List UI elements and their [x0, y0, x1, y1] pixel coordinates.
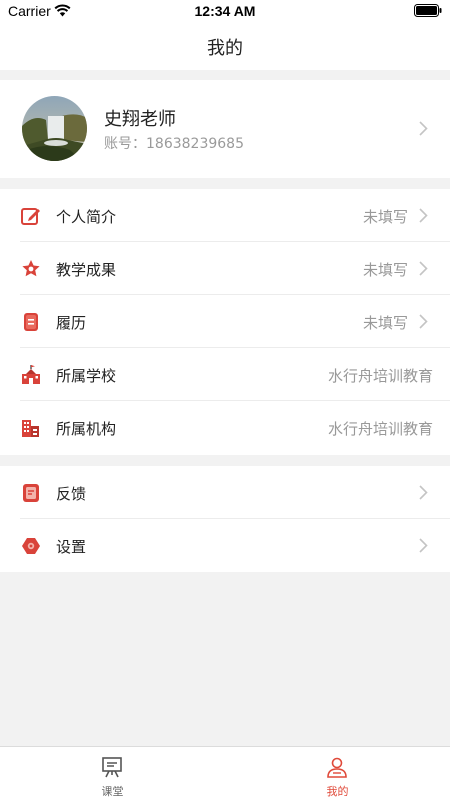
chevron-right-icon: [419, 538, 428, 553]
row-value: 水行舟培训教育: [327, 367, 433, 385]
resume-icon: [24, 313, 38, 331]
status-bar: Carrier 12:34 AM: [0, 0, 450, 22]
tab-label: 课堂: [101, 785, 124, 798]
row-value: 未填写: [362, 314, 408, 332]
chevron-right-icon: [419, 208, 428, 223]
tab-profile[interactable]: 我的: [225, 747, 450, 800]
tab-classroom[interactable]: 课堂: [0, 747, 225, 800]
classroom-icon: [102, 757, 122, 778]
row-label: 所属学校: [56, 367, 117, 385]
row-label: 反馈: [56, 485, 87, 503]
tab-label: 我的: [326, 785, 349, 798]
navigation-bar: 我的: [0, 22, 450, 70]
row-value: 水行舟培训教育: [327, 420, 433, 438]
row-settings[interactable]: 设置: [0, 519, 450, 572]
row-label: 所属机构: [56, 420, 117, 438]
row-label: 教学成果: [56, 261, 117, 279]
page-title: 我的: [207, 38, 243, 59]
row-organization: 所属机构 水行舟培训教育: [0, 401, 450, 454]
avatar-image: [22, 96, 87, 161]
status-time: 12:34 AM: [194, 3, 256, 19]
row-label: 个人简介: [56, 208, 117, 226]
avatar[interactable]: [22, 96, 87, 161]
info-group: 个人简介 未填写 教学成果 未填写 履历 未填写 所属学校 水行舟培训教育 所属…: [0, 189, 450, 455]
row-bio[interactable]: 个人简介 未填写: [0, 189, 450, 242]
feedback-icon: [23, 484, 39, 502]
row-achievements[interactable]: 教学成果 未填写: [0, 242, 450, 295]
tab-bar: 课堂 我的: [0, 746, 450, 800]
chevron-right-icon: [419, 485, 428, 500]
profile-icon: [327, 757, 347, 778]
row-school: 所属学校 水行舟培训教育: [0, 348, 450, 401]
profile-card[interactable]: 史翔老师 账号：18638239685: [0, 80, 450, 178]
row-label: 设置: [56, 538, 87, 556]
actions-group: 反馈 设置: [0, 466, 450, 572]
profile-name: 史翔老师: [104, 109, 176, 130]
chevron-right-icon: [419, 314, 428, 329]
row-value: 未填写: [362, 261, 408, 279]
battery-icon: [414, 4, 442, 17]
row-feedback[interactable]: 反馈: [0, 466, 450, 519]
building-icon: [22, 420, 39, 437]
chevron-right-icon: [419, 261, 428, 276]
school-icon: [22, 365, 40, 384]
row-label: 履历: [56, 314, 87, 332]
row-resume[interactable]: 履历 未填写: [0, 295, 450, 348]
medal-icon: [22, 260, 40, 277]
row-value: 未填写: [362, 208, 408, 226]
edit-icon: [21, 208, 40, 225]
settings-icon: [22, 538, 40, 554]
profile-account: 账号：18638239685: [104, 136, 244, 152]
chevron-right-icon: [419, 121, 428, 136]
